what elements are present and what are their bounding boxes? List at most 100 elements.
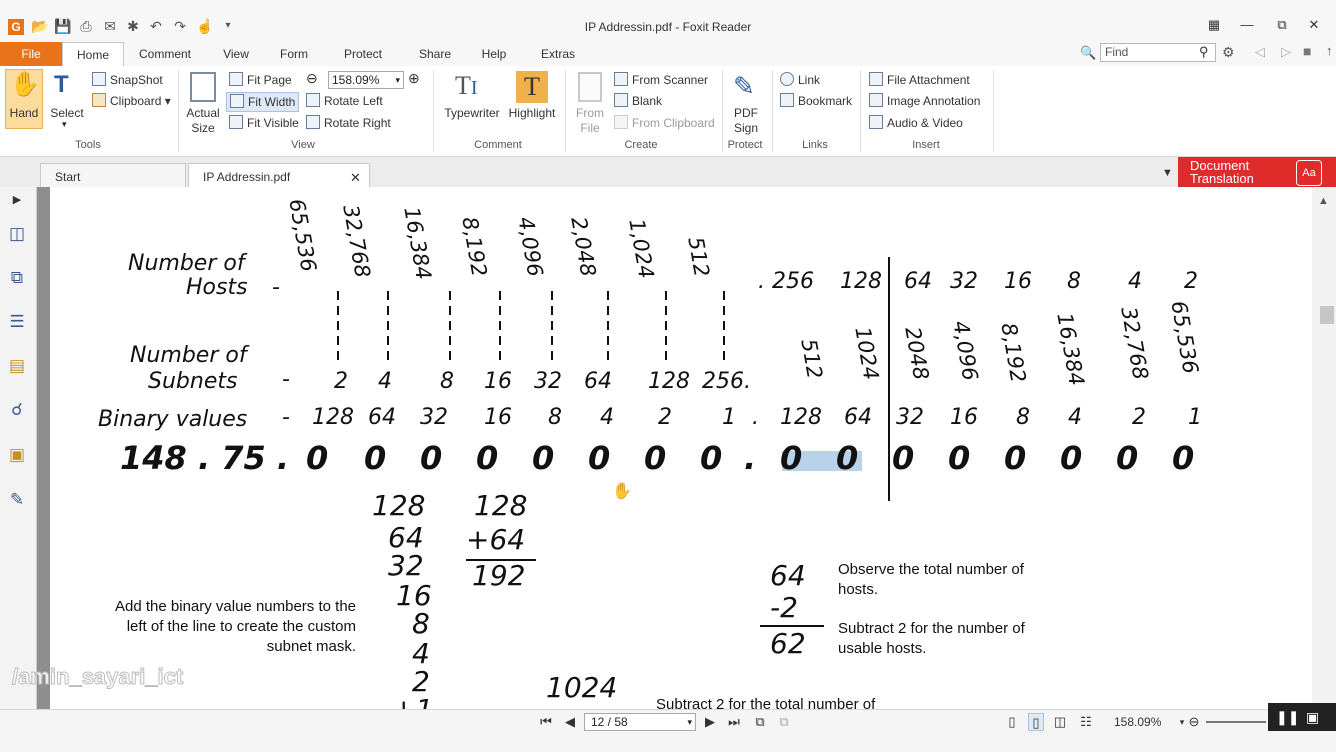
blank-button[interactable]: Blank — [614, 92, 662, 110]
image-annotation-button[interactable]: Image Annotation — [869, 92, 980, 110]
tab-file[interactable]: File — [0, 42, 62, 66]
minimize-button[interactable]: — — [1236, 16, 1258, 34]
find-options-icon[interactable]: 🔍 — [1080, 45, 1096, 61]
highlight-button[interactable]: Highlight — [506, 106, 558, 121]
previous-view-icon[interactable]: ⧉ — [752, 713, 768, 731]
translate-icon: Aa — [1296, 160, 1322, 186]
link-button[interactable]: Link — [780, 71, 820, 89]
first-page-icon[interactable]: ⏮ — [538, 713, 554, 731]
from-clipboard-button[interactable]: From Clipboard — [614, 114, 715, 132]
tab-view[interactable]: View — [214, 42, 258, 66]
rotate-left-button[interactable]: Rotate Left — [306, 92, 383, 110]
pages-icon[interactable]: ⧉ — [6, 267, 28, 289]
tab-protect[interactable]: Protect — [336, 42, 390, 66]
link-icon — [780, 72, 794, 86]
scroll-thumb[interactable] — [1320, 306, 1334, 324]
zoom-level[interactable]: 158.09% — [1114, 715, 1161, 729]
addition-value: 192 — [472, 559, 526, 592]
subnets-value: 64 — [584, 369, 612, 394]
hosts-label-line1: Number of — [128, 251, 245, 276]
bookmark-button[interactable]: Bookmark — [780, 92, 852, 110]
zoom-out-icon[interactable]: ⊖ — [306, 70, 318, 87]
hosts-value: 32,768 — [338, 203, 375, 280]
ribbon-collapse-icon[interactable]: ↑ — [1326, 43, 1333, 58]
ip-bit: 0 — [836, 439, 859, 477]
page-number-input[interactable]: 12 / 58 ▾ — [584, 713, 696, 731]
from-scanner-button[interactable]: From Scanner — [614, 71, 708, 89]
zoom-in-icon[interactable]: ⊕ — [408, 70, 420, 87]
scroll-up-icon[interactable]: ▲ — [1318, 195, 1329, 207]
ip-bit: 0 — [892, 439, 915, 477]
continuous-view-icon[interactable]: ▯ — [1028, 713, 1044, 731]
fit-width-button[interactable]: Fit Width — [226, 92, 300, 112]
pdf-sign-button[interactable]: PDF Sign — [726, 106, 766, 136]
media-control-button[interactable]: ❚❚ ▣ — [1268, 703, 1336, 731]
pdf-sign-icon: ✎ — [733, 71, 755, 101]
search-icon[interactable]: ⚲ — [1199, 44, 1209, 60]
next-page-icon[interactable]: ▶ — [702, 713, 718, 731]
snapshot-label: SnapShot — [110, 73, 163, 87]
next-view-icon[interactable]: ⧉ — [776, 713, 792, 731]
audio-video-button[interactable]: Audio & Video — [869, 114, 963, 132]
hosts-value: 2 — [1184, 269, 1198, 294]
tab-list-dropdown-icon[interactable]: ▼ — [1162, 167, 1173, 179]
tab-home[interactable]: Home — [62, 42, 124, 66]
fit-visible-button[interactable]: Fit Visible — [229, 114, 299, 132]
close-tab-icon[interactable]: ✕ — [350, 170, 361, 186]
rotate-right-button[interactable]: Rotate Right — [306, 114, 391, 132]
fullscreen-icon[interactable]: ▣ — [1306, 703, 1319, 731]
user-icon[interactable]: ■ — [1303, 43, 1311, 59]
tab-comment[interactable]: Comment — [133, 42, 197, 66]
expand-panel-icon[interactable]: ▶ — [6, 189, 28, 211]
binary-value: 1 — [722, 405, 736, 430]
select-dropdown-icon[interactable]: ▾ — [62, 119, 67, 130]
snapshot-button[interactable]: SnapShot — [92, 71, 163, 89]
addition-value: 128 — [474, 489, 528, 522]
settings-icon[interactable]: ⚙ — [1222, 44, 1235, 61]
bookmarks-icon[interactable]: ◫ — [6, 223, 28, 245]
security-lock-icon[interactable]: ▣ — [6, 444, 28, 466]
ip-bit: 0 — [420, 439, 443, 477]
tab-start[interactable]: Start — [40, 163, 186, 187]
tab-extras[interactable]: Extras — [532, 42, 584, 66]
tab-current-document[interactable]: IP Addressin.pdf — [188, 163, 370, 187]
tab-share[interactable]: Share — [410, 42, 460, 66]
tab-form[interactable]: Form — [272, 42, 316, 66]
zoom-out-button[interactable]: ⊖ — [1186, 713, 1202, 731]
separator — [993, 70, 994, 152]
tools-group-label: Tools — [75, 139, 101, 151]
fit-page-button[interactable]: Fit Page — [229, 71, 292, 89]
tab-help[interactable]: Help — [472, 42, 516, 66]
file-attachment-button[interactable]: File Attachment — [869, 71, 970, 89]
next-result-icon[interactable]: ▷ — [1281, 44, 1291, 60]
close-button[interactable]: ✕ — [1303, 16, 1325, 34]
ribbon-toggle-icon[interactable]: ▦ — [1203, 16, 1225, 34]
facing-view-icon[interactable]: ◫ — [1052, 713, 1068, 731]
vertical-scrollbar[interactable] — [1312, 187, 1336, 709]
actual-size-button[interactable]: Actual Size — [182, 106, 224, 136]
single-page-view-icon[interactable]: ▯ — [1004, 713, 1020, 731]
subnets-value: 32 — [534, 369, 562, 394]
document-translation-button[interactable]: Document Translation Aa — [1178, 157, 1336, 187]
pause-icon[interactable]: ❚❚ — [1276, 703, 1299, 731]
last-page-icon[interactable]: ⏭ — [726, 713, 742, 731]
previous-page-icon[interactable]: ◀ — [562, 713, 578, 731]
column-sum-value: 8 — [412, 607, 430, 640]
continuous-facing-view-icon[interactable]: ☷ — [1078, 713, 1094, 731]
from-file-button[interactable]: From File — [570, 106, 610, 136]
hosts-value: 65,536 — [284, 197, 321, 274]
previous-result-icon[interactable]: ◁ — [1255, 44, 1265, 60]
select-button[interactable]: Select — [46, 106, 88, 121]
restore-button[interactable]: ⧉ — [1271, 16, 1293, 34]
attachments-icon[interactable]: ☌ — [6, 399, 28, 421]
layers-icon[interactable]: ☰ — [6, 311, 28, 333]
rotate-left-icon — [306, 93, 320, 107]
zoom-slider[interactable] — [1206, 721, 1266, 723]
hosts-value: 8,192 — [457, 215, 492, 279]
typewriter-button[interactable]: Typewriter — [440, 106, 504, 121]
pdf-sign-label-2: Sign — [733, 121, 759, 135]
comments-icon[interactable]: ▤ — [6, 355, 28, 377]
signature-icon[interactable]: ✎ — [6, 489, 28, 511]
clipboard-button[interactable]: Clipboard ▾ — [92, 92, 171, 110]
zoom-select[interactable]: 158.09% ▾ — [328, 71, 404, 89]
